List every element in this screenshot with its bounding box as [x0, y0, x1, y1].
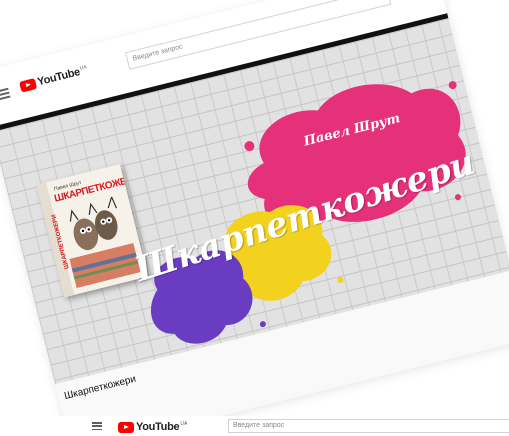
- tilted-youtube-page: YouTube UA Введите запрос 8: [0, 0, 509, 436]
- bottom-youtube-play-icon: [118, 421, 134, 433]
- screenshot-stage: YouTube UA Введите запрос 8: [0, 0, 509, 436]
- bottom-youtube-header: YouTube UA Введите запрос: [0, 416, 509, 436]
- bottom-search-input[interactable]: Введите запрос: [228, 419, 509, 433]
- menu-icon[interactable]: [0, 87, 11, 101]
- youtube-play-icon: [18, 77, 38, 93]
- youtube-region-label: UA: [79, 64, 88, 72]
- youtube-logo-text: YouTube: [36, 66, 82, 89]
- bottom-youtube-region-label: UA: [180, 421, 188, 427]
- bottom-youtube-logo-text: YouTube: [136, 421, 180, 433]
- youtube-logo[interactable]: YouTube UA: [18, 64, 89, 93]
- bottom-menu-icon[interactable]: [92, 422, 102, 430]
- bottom-youtube-logo[interactable]: YouTube UA: [118, 421, 187, 433]
